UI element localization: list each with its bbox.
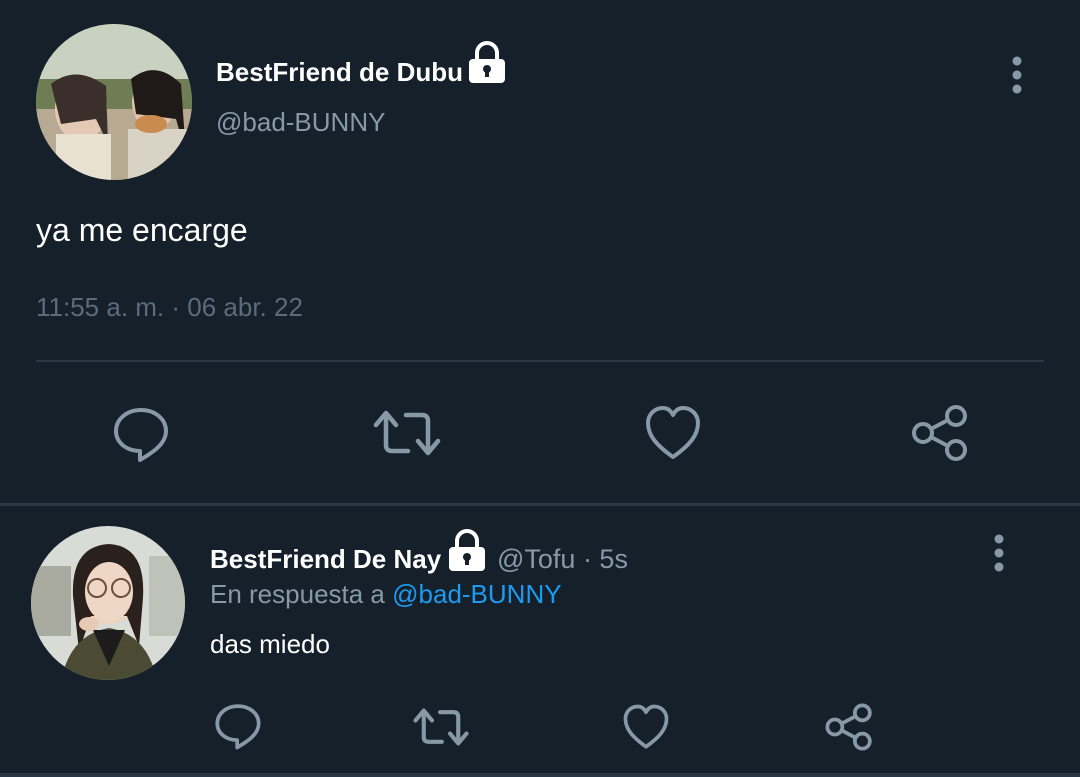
tweet-timestamp[interactable]: 11:55 a. m. · 06 abr. 22 — [36, 292, 303, 323]
reply-icon[interactable] — [214, 702, 262, 750]
replying-to-mention[interactable]: @bad-BUNNY — [392, 579, 561, 609]
lock-icon — [449, 529, 485, 571]
replying-to-prefix: En respuesta a — [210, 579, 393, 609]
author-avatar[interactable] — [36, 24, 192, 180]
like-icon[interactable] — [644, 405, 702, 461]
retweet-icon[interactable] — [412, 704, 470, 750]
reply-handle-time[interactable]: @Tofu · 5s — [497, 544, 628, 575]
reply-icon[interactable] — [112, 405, 170, 463]
share-icon[interactable] — [910, 403, 970, 463]
bottom-divider — [0, 773, 1080, 777]
main-tweet: BestFriend de Dubu @bad-BUNNY ya me enca… — [0, 0, 1080, 503]
tweet-text: ya me encarge — [36, 212, 248, 248]
reply-text: das miedo — [210, 629, 330, 659]
reply-author-name[interactable]: BestFriend De Nay — [210, 544, 441, 575]
replying-to-line: En respuesta a @bad-BUNNY — [210, 579, 562, 610]
more-options-icon[interactable] — [990, 534, 1008, 572]
reply-author-avatar[interactable] — [31, 526, 185, 680]
share-icon[interactable] — [824, 702, 874, 752]
author-name[interactable]: BestFriend de Dubu — [216, 57, 463, 88]
reply-tweet[interactable]: BestFriend De Nay @Tofu · 5s En respuest… — [0, 506, 1080, 777]
more-options-icon[interactable] — [1008, 55, 1026, 95]
author-handle[interactable]: @bad-BUNNY — [216, 107, 385, 138]
like-icon[interactable] — [622, 704, 670, 750]
lock-icon — [469, 41, 505, 83]
divider — [36, 360, 1044, 362]
retweet-icon[interactable] — [372, 405, 442, 461]
